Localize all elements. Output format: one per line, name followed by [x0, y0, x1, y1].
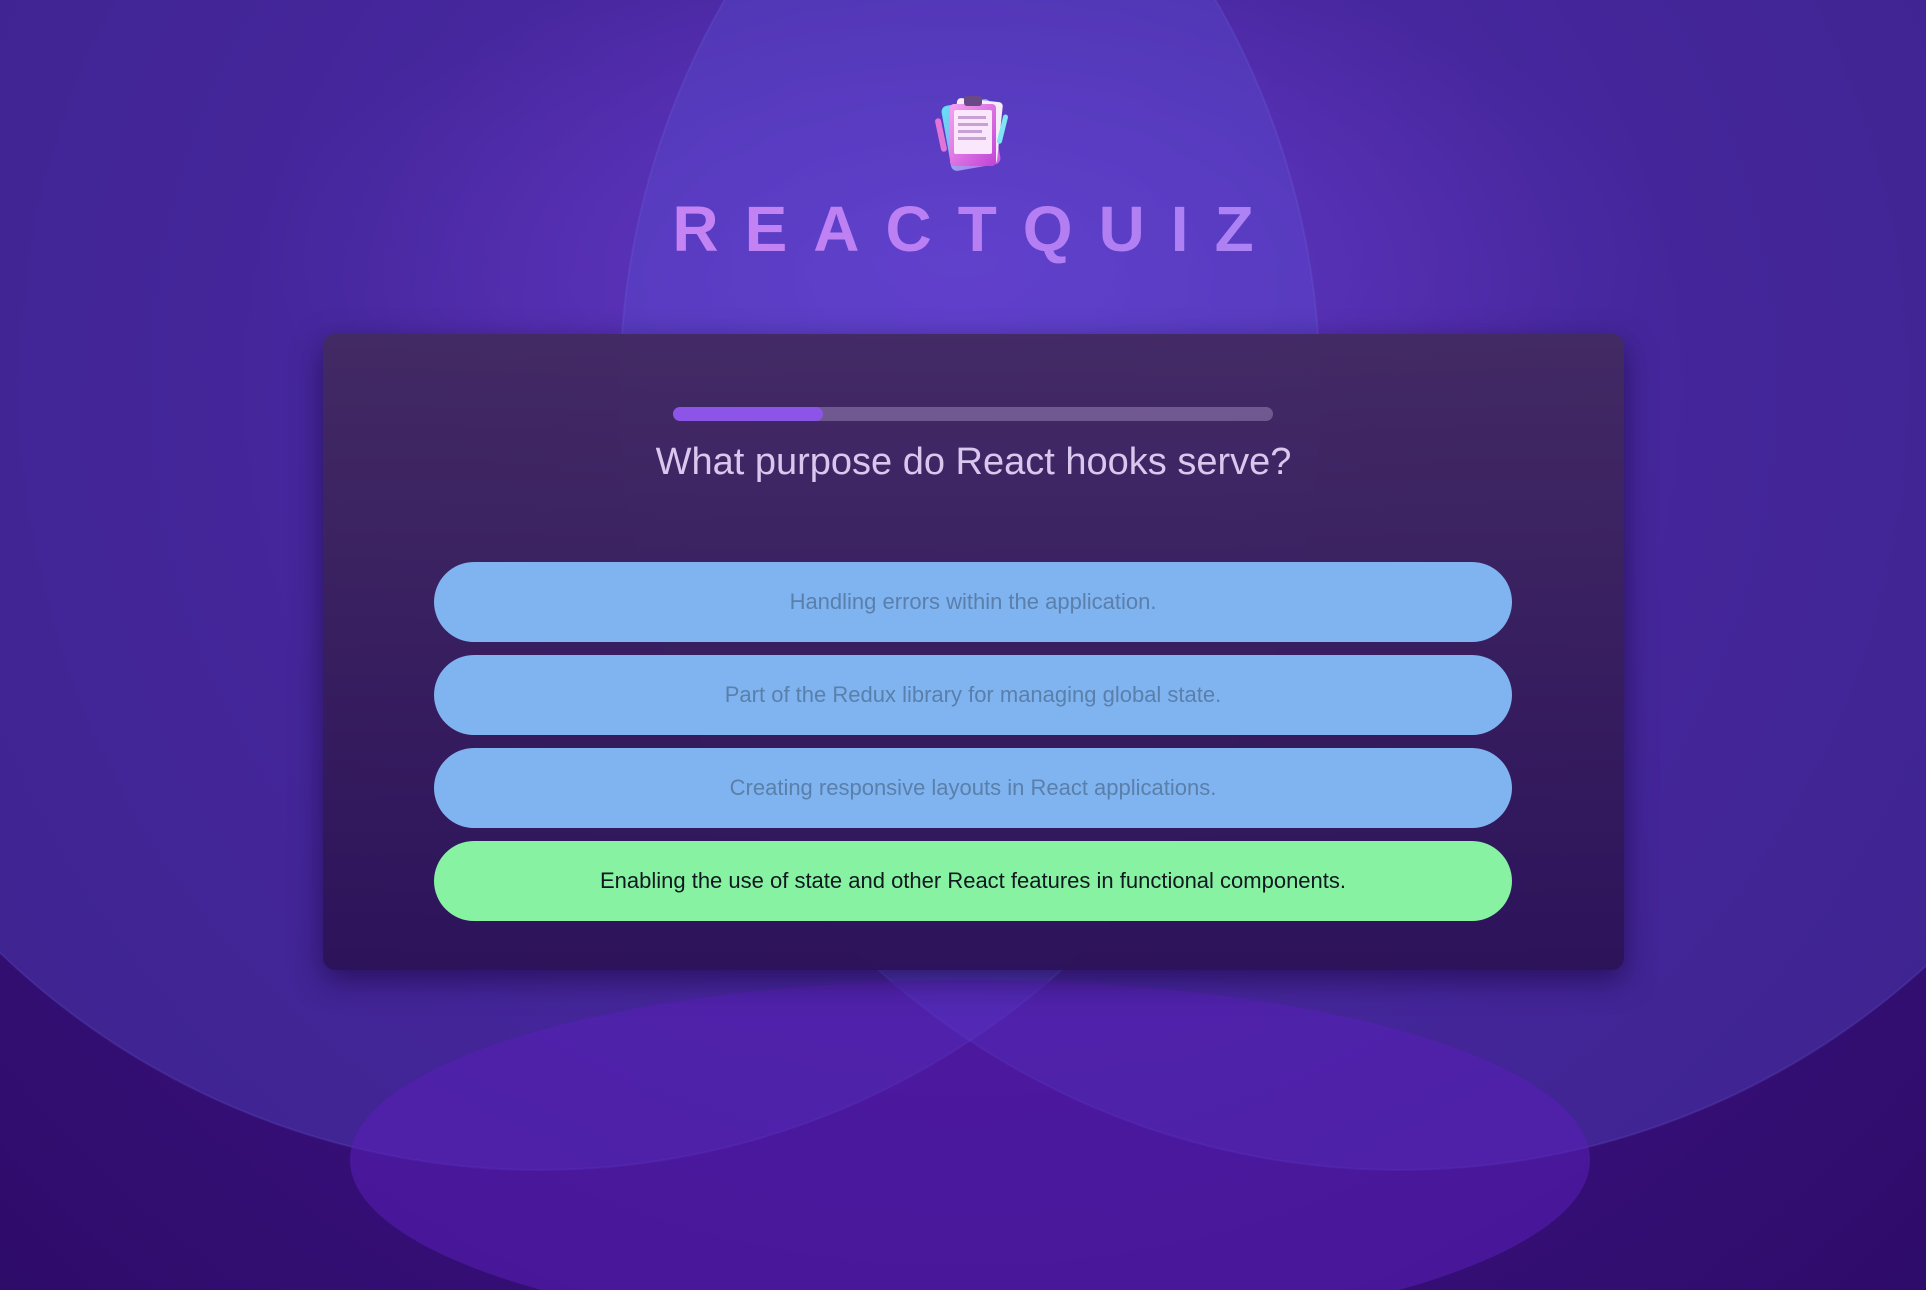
question-text: What purpose do React hooks serve? — [655, 441, 1292, 483]
progress-bar — [673, 407, 1273, 421]
progress-bar-fill — [673, 407, 823, 421]
answer-option-4[interactable]: Enabling the use of state and other Reac… — [434, 841, 1512, 921]
answer-option-label: Handling errors within the application. — [789, 589, 1157, 614]
answer-option-2[interactable]: Part of the Redux library for managing g… — [434, 655, 1512, 735]
app-title: REACTQUIZ — [0, 192, 1926, 266]
answer-option-label: Creating responsive layouts in React app… — [729, 775, 1217, 800]
answer-option-1[interactable]: Handling errors within the application. — [434, 562, 1512, 642]
answer-option-3[interactable]: Creating responsive layouts in React app… — [434, 748, 1512, 828]
clipboard-logo-icon — [934, 92, 1014, 176]
quiz-card: What purpose do React hooks serve? Handl… — [323, 334, 1624, 970]
answer-option-label: Enabling the use of state and other Reac… — [599, 868, 1347, 893]
answer-options: Handling errors within the application. … — [434, 562, 1512, 934]
answer-option-label: Part of the Redux library for managing g… — [724, 682, 1222, 707]
